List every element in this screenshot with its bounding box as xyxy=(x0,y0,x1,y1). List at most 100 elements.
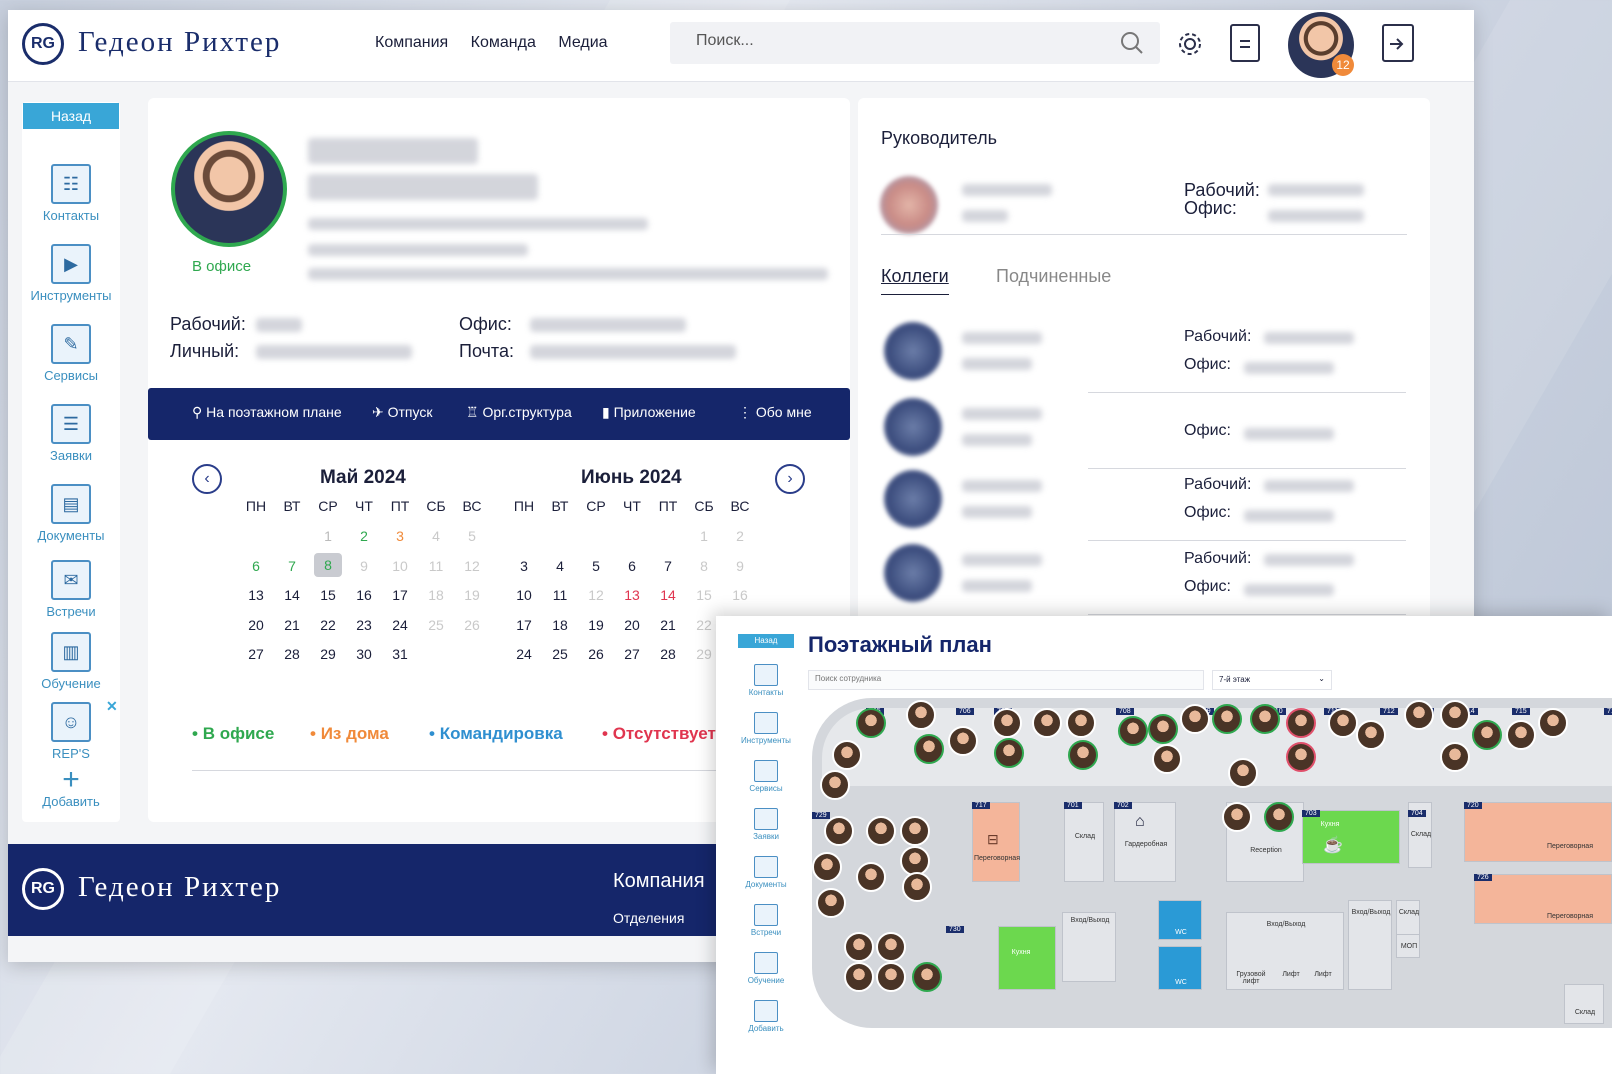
employee-marker[interactable] xyxy=(900,816,930,846)
employee-marker[interactable] xyxy=(1440,700,1470,730)
room-storage-4[interactable]: Склад xyxy=(1564,984,1604,1024)
room-entry-2[interactable]: Вход/Выход Грузовой лифт Лифт Лифт xyxy=(1226,912,1344,990)
employee-marker[interactable] xyxy=(992,708,1022,738)
employee-marker[interactable] xyxy=(1180,704,1210,734)
room-entry-1[interactable]: Вход/Выход xyxy=(1062,912,1116,982)
employee-marker[interactable] xyxy=(1148,714,1178,744)
employee-marker[interactable] xyxy=(844,962,874,992)
calendar-day[interactable]: 19 xyxy=(454,587,490,603)
calendar-day[interactable]: 25 xyxy=(418,617,454,633)
colleague-avatar[interactable] xyxy=(884,322,942,380)
calendar-day[interactable]: 8 xyxy=(314,552,342,577)
calendar-day[interactable]: 22 xyxy=(310,617,346,633)
office-phone-value[interactable] xyxy=(530,318,686,332)
calendar-day[interactable]: 18 xyxy=(542,617,578,633)
calendar-day[interactable]: 21 xyxy=(650,617,686,633)
action-vacation[interactable]: ✈ Отпуск xyxy=(372,404,432,421)
sidebar-item-requests[interactable]: ☰ Заявки xyxy=(22,404,120,463)
calendar-day[interactable]: 31 xyxy=(382,646,418,662)
calendar-day[interactable]: 21 xyxy=(274,617,310,633)
employee-marker[interactable] xyxy=(1286,708,1316,738)
footer-logo-mark[interactable]: RG xyxy=(22,868,64,910)
calendar-day[interactable]: 7 xyxy=(274,558,310,574)
document-icon[interactable] xyxy=(1230,24,1260,62)
room-wc-1[interactable]: WC xyxy=(1158,900,1202,940)
tab-subordinates[interactable]: Подчиненные xyxy=(996,266,1111,287)
calendar-day[interactable]: 28 xyxy=(274,646,310,662)
calendar-day[interactable]: 24 xyxy=(506,646,542,662)
employee-marker[interactable] xyxy=(902,872,932,902)
employee-marker[interactable] xyxy=(994,738,1024,768)
close-icon[interactable]: ✕ xyxy=(106,698,118,715)
search-icon[interactable] xyxy=(1120,31,1144,55)
calendar-day[interactable]: 20 xyxy=(614,617,650,633)
employee-marker[interactable] xyxy=(914,734,944,764)
calendar-day[interactable]: 1 xyxy=(686,528,722,544)
search-input[interactable] xyxy=(696,32,1076,50)
employee-marker[interactable] xyxy=(948,726,978,756)
calendar-day[interactable]: 3 xyxy=(382,528,418,544)
calendar-day[interactable]: 15 xyxy=(686,587,722,603)
calendar-day[interactable]: 6 xyxy=(238,558,274,574)
employee-marker[interactable] xyxy=(876,962,906,992)
calendar-day[interactable]: 20 xyxy=(238,617,274,633)
employee-marker[interactable] xyxy=(1032,708,1062,738)
calendar-day[interactable]: 6 xyxy=(614,558,650,574)
calendar-day[interactable]: 12 xyxy=(578,587,614,603)
plan-sidebar-item[interactable]: Контакты xyxy=(738,664,794,697)
plan-back-button[interactable]: Назад xyxy=(738,634,794,648)
employee-marker[interactable] xyxy=(1118,716,1148,746)
plan-sidebar-item[interactable]: Заявки xyxy=(738,808,794,841)
calendar-day[interactable]: 10 xyxy=(506,587,542,603)
room-meeting-3[interactable]: Переговорная xyxy=(1474,874,1612,924)
room-wc-2[interactable]: WC xyxy=(1158,946,1202,990)
calendar-day[interactable]: 27 xyxy=(614,646,650,662)
plan-search-input[interactable] xyxy=(815,674,1195,683)
footer-logo-text[interactable]: Гедеон Рихтер xyxy=(78,871,281,904)
colleague-avatar[interactable] xyxy=(884,470,942,528)
work-phone-value[interactable] xyxy=(256,318,302,332)
calendar-day[interactable]: 12 xyxy=(454,558,490,574)
nav-company[interactable]: Компания xyxy=(375,34,448,51)
calendar-day[interactable]: 10 xyxy=(382,558,418,574)
room-kitchen-2[interactable]: Кухня xyxy=(998,926,1056,990)
employee-marker[interactable] xyxy=(1356,720,1386,750)
calendar-day[interactable]: 4 xyxy=(418,528,454,544)
nav-team[interactable]: Команда xyxy=(471,34,536,51)
sidebar-item-documents[interactable]: ▤ Документы xyxy=(22,484,120,543)
employee-marker[interactable] xyxy=(1228,758,1258,788)
sidebar-item-contacts[interactable]: ☷ Контакты xyxy=(22,164,120,223)
calendar-day[interactable]: 17 xyxy=(506,617,542,633)
employee-marker[interactable] xyxy=(824,816,854,846)
employee-marker[interactable] xyxy=(912,962,942,992)
calendar-day[interactable]: 4 xyxy=(542,558,578,574)
employee-marker[interactable] xyxy=(1066,708,1096,738)
calendar-day[interactable]: 5 xyxy=(454,528,490,544)
calendar-next-button[interactable]: › xyxy=(775,464,805,494)
employee-marker[interactable] xyxy=(1152,744,1182,774)
employee-marker[interactable] xyxy=(1404,700,1434,730)
calendar-day[interactable]: 15 xyxy=(310,587,346,603)
employee-marker[interactable] xyxy=(1440,742,1470,772)
calendar-day[interactable]: 9 xyxy=(346,558,382,574)
footer-divisions-link[interactable]: Отделения xyxy=(613,910,684,926)
action-floor-plan[interactable]: ⚲ На поэтажном плане xyxy=(192,404,342,421)
calendar-day[interactable]: 1 xyxy=(310,528,346,544)
employee-marker[interactable] xyxy=(1068,740,1098,770)
employee-marker[interactable] xyxy=(812,852,842,882)
calendar-day[interactable]: 3 xyxy=(506,558,542,574)
calendar-day[interactable]: 11 xyxy=(542,587,578,603)
calendar-day[interactable]: 7 xyxy=(650,558,686,574)
colleague-avatar[interactable] xyxy=(884,398,942,456)
calendar-day[interactable]: 24 xyxy=(382,617,418,633)
calendar-prev-button[interactable]: ‹ xyxy=(192,464,222,494)
calendar-day[interactable]: 14 xyxy=(650,587,686,603)
calendar-day[interactable]: 2 xyxy=(346,528,382,544)
plan-sidebar-item[interactable]: Сервисы xyxy=(738,760,794,793)
calendar-day[interactable]: 9 xyxy=(722,558,758,574)
room-wardrobe[interactable]: Гардеробная ⌂ xyxy=(1114,802,1176,882)
calendar-day[interactable]: 16 xyxy=(722,587,758,603)
sidebar-item-add[interactable]: + Добавить xyxy=(22,765,120,810)
calendar-day[interactable]: 26 xyxy=(454,617,490,633)
calendar-day[interactable]: 13 xyxy=(238,587,274,603)
